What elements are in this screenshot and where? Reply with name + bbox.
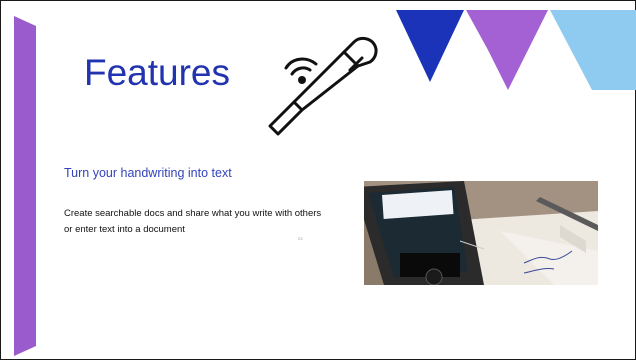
hexagon-blue [396,10,464,82]
pen-wireless-icon [268,36,378,136]
hexagon-purple [466,10,548,90]
slide-subtitle: Turn your handwriting into text [64,166,232,180]
slide-title: Features [84,52,231,93]
handwriting-photo [364,181,598,285]
decorative-hexagons [396,10,636,90]
slide: Features Turn your handwriting into text… [0,0,636,360]
page-number: 23 [298,236,303,241]
slide-body-text: Create searchable docs and share what yo… [64,208,322,235]
left-accent-bar [14,16,36,356]
hexagon-light-blue [550,10,636,90]
